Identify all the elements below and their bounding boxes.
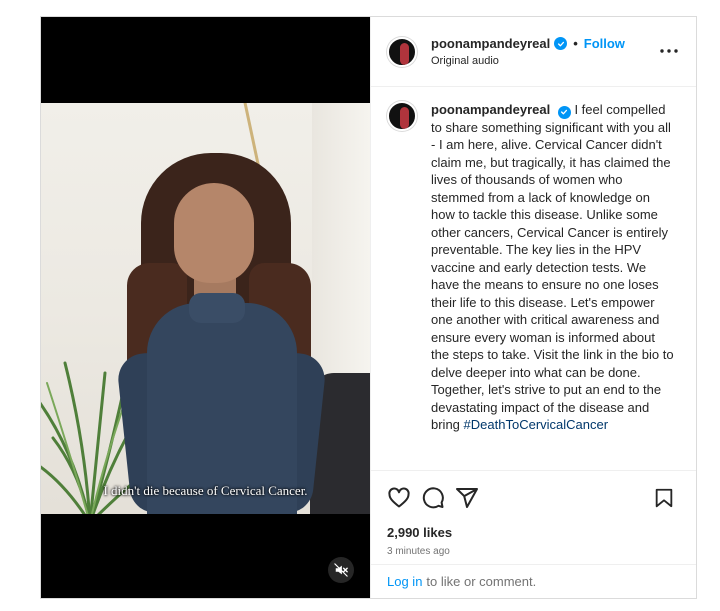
verified-badge-icon [554, 37, 568, 50]
post-details-panel: poonampandeyreal • Follow Original audio… [370, 17, 696, 598]
login-link[interactable]: Log in [387, 574, 422, 589]
avatar[interactable] [387, 36, 417, 67]
username-link[interactable]: poonampandeyreal [431, 36, 550, 51]
post-timestamp[interactable]: 3 minutes ago [371, 540, 696, 557]
caption-body: I feel compelled to share something sign… [431, 102, 674, 432]
caption-text: poonampandeyreal I feel compelled to sha… [431, 101, 675, 470]
speaker-person [115, 153, 329, 514]
hashtag-link[interactable]: #DeathToCervicalCancer [464, 417, 609, 432]
audio-label[interactable]: Original audio [431, 55, 625, 67]
separator-dot: • [573, 36, 578, 51]
person-face [174, 183, 254, 283]
bookmark-icon [655, 488, 673, 508]
video-frame[interactable] [41, 103, 370, 514]
heart-icon [388, 487, 410, 508]
likes-count[interactable]: 2,990 likes [371, 525, 696, 540]
follow-button[interactable]: Follow [584, 36, 625, 51]
instagram-post: I didn't die because of Cervical Cancer.… [40, 16, 697, 599]
save-button[interactable] [648, 482, 680, 514]
video-player[interactable]: I didn't die because of Cervical Cancer. [41, 17, 370, 598]
share-icon [456, 488, 478, 508]
video-subtitle: I didn't die because of Cervical Cancer. [103, 483, 308, 498]
login-suffix: to like or comment. [426, 574, 537, 589]
action-bar [371, 471, 696, 525]
more-options-icon [660, 49, 678, 53]
caption-username[interactable]: poonampandeyreal [431, 102, 550, 117]
login-prompt: Log in to like or comment. [371, 564, 696, 598]
verified-badge-icon [557, 105, 571, 119]
more-options-button[interactable] [658, 41, 680, 61]
mute-button[interactable] [328, 557, 354, 583]
comment-icon [422, 487, 444, 509]
post-header: poonampandeyreal • Follow Original audio [371, 17, 696, 87]
comment-button[interactable] [417, 482, 449, 514]
share-button[interactable] [451, 482, 483, 514]
caption-section: poonampandeyreal I feel compelled to sha… [371, 87, 696, 471]
caption-avatar[interactable] [387, 101, 417, 131]
speaker-muted-icon [334, 563, 348, 577]
like-button[interactable] [383, 482, 415, 514]
